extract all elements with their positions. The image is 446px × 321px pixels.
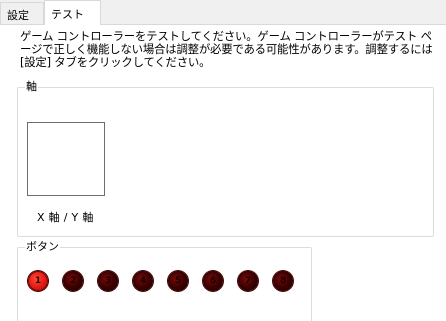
xy-axis-label: X 軸 / Y 軸: [37, 211, 94, 224]
button-indicators: 1 2 3 4 5 6 7 8: [28, 271, 308, 293]
button-indicator-4: 4: [133, 271, 153, 291]
buttons-group-label: ボタン: [25, 240, 60, 253]
axis-groupbox: 軸 X 軸 / Y 軸: [17, 80, 434, 237]
axis-group-label: 軸: [25, 80, 38, 93]
button-indicator-3: 3: [98, 271, 118, 291]
tab-test[interactable]: テスト: [44, 0, 101, 25]
button-indicator-8: 8: [273, 271, 293, 291]
game-controller-properties: 設定 テスト ゲーム コントローラーをテストしてください。ゲーム コントローラー…: [0, 0, 446, 321]
xy-axis-display: [27, 122, 105, 196]
button-indicator-2: 2: [63, 271, 83, 291]
button-indicator-5: 5: [168, 271, 188, 291]
button-indicator-6: 6: [203, 271, 223, 291]
tab-strip: 設定 テスト: [0, 0, 446, 25]
description-text: ゲーム コントローラーをテストしてください。ゲーム コントローラーがテスト ペー…: [20, 29, 433, 69]
button-indicator-1: 1: [28, 271, 48, 291]
buttons-groupbox: ボタン 1 2 3 4 5 6 7 8: [17, 240, 312, 321]
tab-settings[interactable]: 設定: [0, 2, 44, 24]
test-tab-panel: ゲーム コントローラーをテストしてください。ゲーム コントローラーがテスト ペー…: [0, 24, 446, 321]
button-indicator-7: 7: [238, 271, 258, 291]
